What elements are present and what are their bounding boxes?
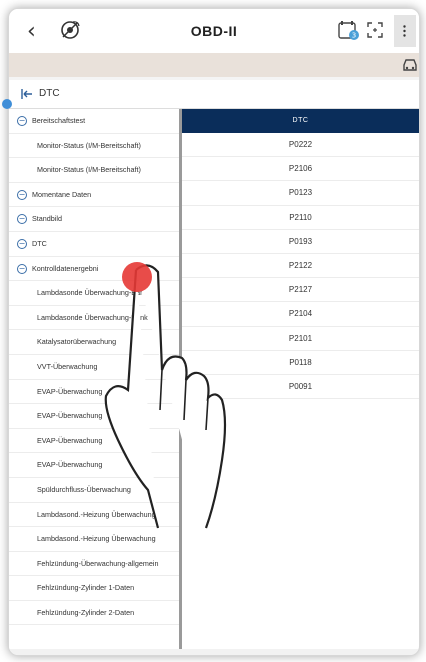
tree-label: Fehlzündung-Überwachung-allgemein bbox=[37, 558, 159, 568]
dtc-row[interactable]: P0193 bbox=[182, 230, 419, 254]
tree-item[interactable]: Fehlzündung-Überwachung-allgemein bbox=[9, 552, 179, 577]
tree-label: Fehlzündung-Zylinder 1-Daten bbox=[37, 583, 135, 593]
tree-item[interactable]: Fehlzündung-Zylinder 1-Daten bbox=[9, 576, 179, 601]
tree-label: DTC bbox=[32, 238, 47, 248]
table-header: DTC bbox=[182, 109, 419, 133]
more-menu-button[interactable] bbox=[394, 15, 416, 47]
floating-indicator bbox=[2, 99, 12, 109]
svg-text:3: 3 bbox=[352, 32, 356, 40]
pointing-hand-icon bbox=[104, 264, 227, 529]
tree-label: Monitor-Status (I/M-Bereitschaft) bbox=[37, 165, 141, 175]
tree-label: VVT-Überwachung bbox=[37, 361, 98, 371]
tree-item[interactable]: Fehlzündung-Zylinder 2-Daten bbox=[9, 601, 179, 626]
bottom-bar bbox=[9, 649, 419, 655]
collapse-circle-icon[interactable]: − bbox=[17, 116, 27, 127]
kebab-menu-icon bbox=[403, 25, 406, 37]
tree-item[interactable]: Lambdasond.-Heizung Überwachung bbox=[9, 527, 179, 552]
section-header: DTC bbox=[9, 80, 419, 109]
vehicle-bar bbox=[9, 53, 419, 77]
tree-label: EVAP-Überwachung bbox=[37, 435, 103, 445]
collapse-circle-icon[interactable]: − bbox=[17, 239, 27, 250]
tree-label: Lambdasond.-Heizung Überwachung bbox=[37, 534, 156, 544]
tree-label: EVAP-Überwachung bbox=[37, 460, 103, 470]
tree-label: EVAP-Überwachung bbox=[37, 411, 103, 421]
tree-label: Fehlzündung-Zylinder 2-Daten bbox=[37, 607, 135, 617]
expand-icon[interactable] bbox=[366, 21, 384, 39]
tree-label: Momentane Daten bbox=[32, 189, 92, 199]
tree-category[interactable]: − DTC bbox=[9, 232, 179, 257]
section-label: DTC bbox=[39, 88, 60, 99]
dtc-row[interactable]: P0123 bbox=[182, 181, 419, 206]
car-icon[interactable] bbox=[401, 57, 419, 73]
tree-label: Monitor-Status (I/M-Bereitschaft) bbox=[37, 140, 141, 150]
tree-label: Bereitschaftstest bbox=[32, 116, 86, 125]
tree-label: EVAP-Überwachung bbox=[37, 386, 103, 396]
dtc-row[interactable]: P2110 bbox=[182, 206, 419, 230]
tree-label: Standbild bbox=[32, 214, 62, 224]
top-bar: ‹ OBD-II 3 bbox=[9, 9, 419, 53]
collapse-panel-icon[interactable] bbox=[21, 88, 33, 100]
tree-item[interactable]: Monitor-Status (I/M-Bereitschaft) bbox=[9, 158, 179, 183]
collapse-circle-icon[interactable]: − bbox=[17, 189, 27, 200]
tree-label: Kontrolldatenergebni bbox=[32, 263, 99, 273]
tree-category[interactable]: − Standbild bbox=[9, 207, 179, 232]
tree-item[interactable]: Monitor-Status (I/M-Bereitschaft) bbox=[9, 134, 179, 159]
dtc-row[interactable]: P0222 bbox=[182, 133, 419, 158]
dtc-row[interactable]: P2106 bbox=[182, 157, 419, 182]
tree-category[interactable]: − Momentane Daten bbox=[9, 183, 179, 208]
collapse-circle-icon[interactable]: − bbox=[17, 214, 27, 225]
calendar-icon[interactable]: 3 bbox=[337, 19, 359, 41]
tree-category[interactable]: − Bereitschaftstest bbox=[9, 109, 179, 134]
collapse-circle-icon[interactable]: − bbox=[17, 263, 27, 274]
touch-point bbox=[122, 262, 152, 292]
